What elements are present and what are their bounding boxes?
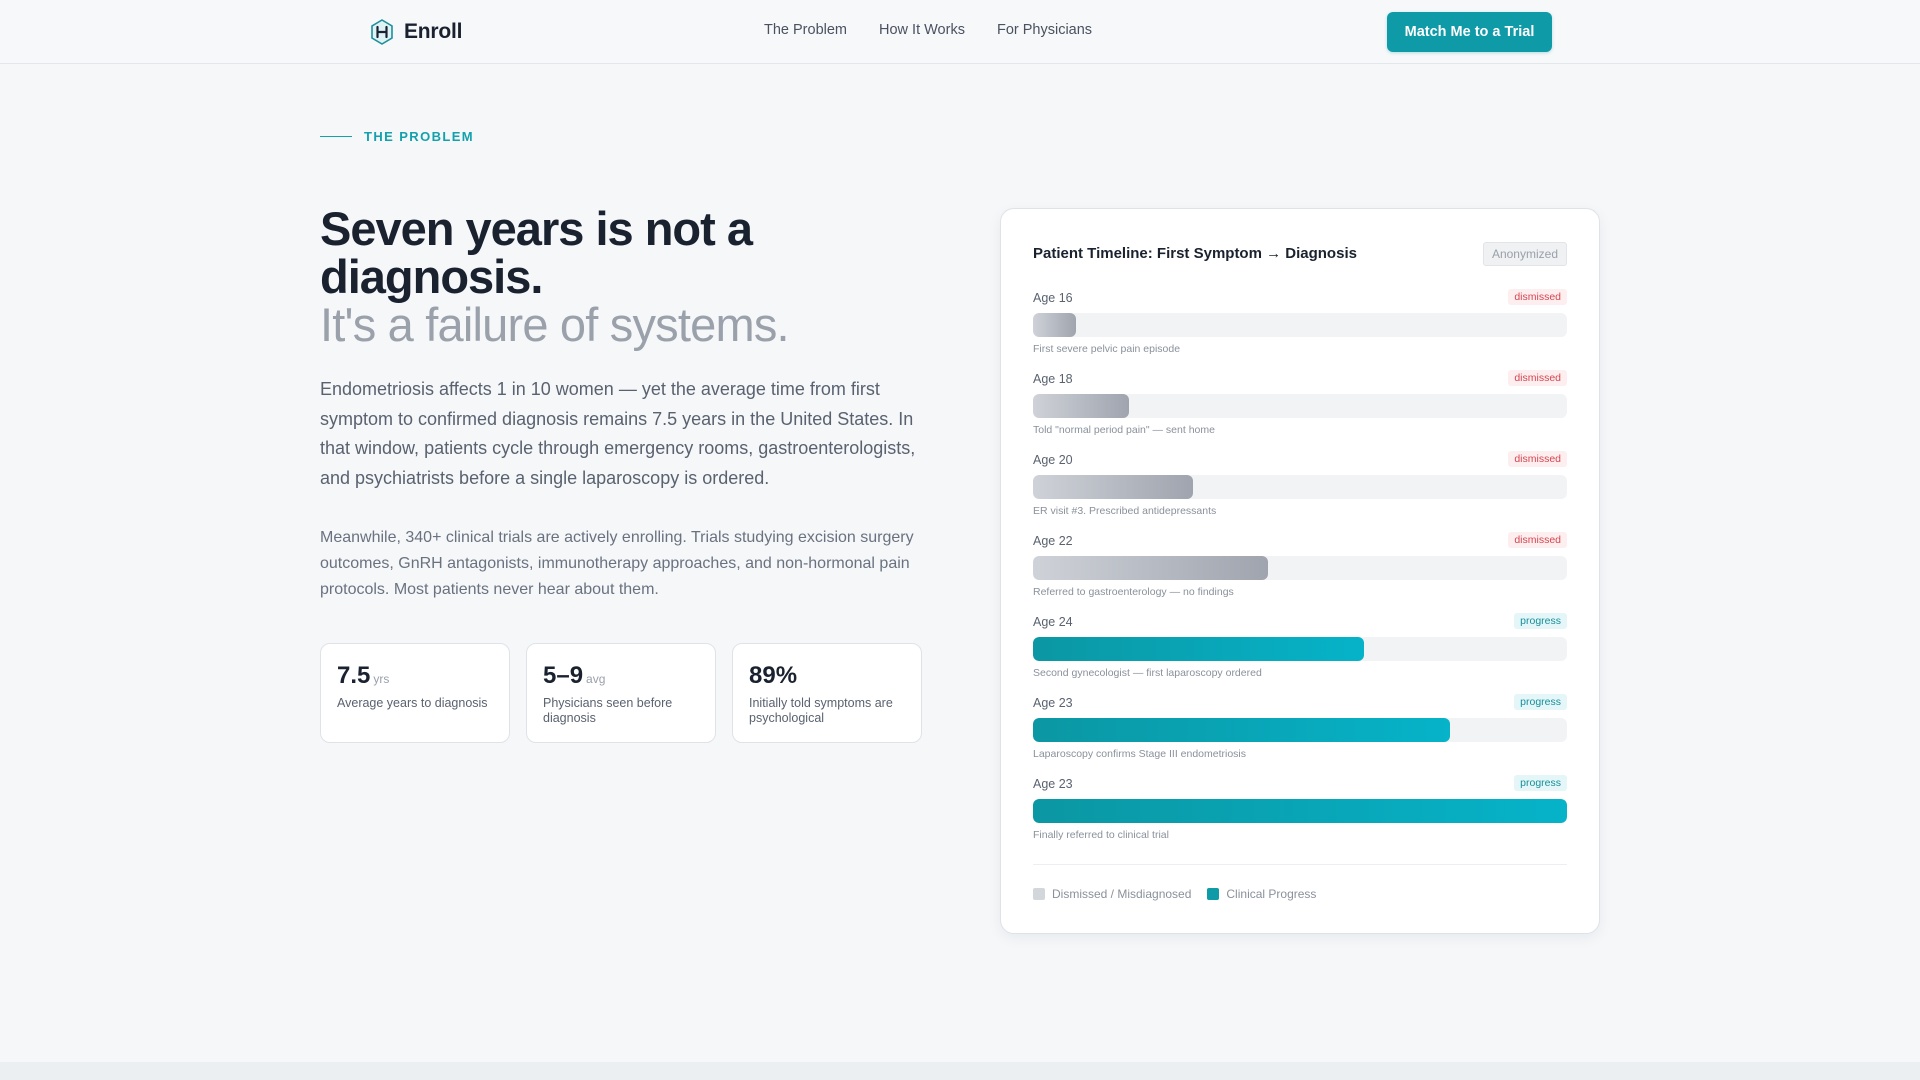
legend-swatch xyxy=(1207,888,1220,900)
status-badge: progress xyxy=(1514,775,1567,791)
timeline-age: Age 16 xyxy=(1033,291,1073,305)
stat-value: 89% xyxy=(749,662,798,689)
legend-label: Dismissed / Misdiagnosed xyxy=(1052,887,1192,901)
stat-label: Average years to diagnosis xyxy=(337,696,488,710)
timeline-row: Age 23 progress Finally referred to clinic… xyxy=(1033,775,1567,858)
timeline-age: Age 23 xyxy=(1033,777,1073,791)
timeline-card: Patient Timeline: First Symptom → Diagno… xyxy=(1000,208,1600,934)
timeline-legend: Dismissed / Misdiagnosed Clinical Progres… xyxy=(1033,887,1332,901)
timeline-note: Told "normal period pain" — sent home xyxy=(1033,424,1215,436)
nav-links: The Problem How It Works For Physicians xyxy=(764,22,1092,38)
timeline-row: Age 16 dismissed First severe pelvic pain … xyxy=(1033,289,1567,372)
timeline-bar-track xyxy=(1033,718,1567,742)
stat-card: 89% Initially told symptoms are psycholo… xyxy=(732,643,922,743)
timeline-bar-fill xyxy=(1033,799,1567,823)
timeline-note: Second gynecologist — first laparoscopy … xyxy=(1033,667,1262,679)
nav-link-for-physicians[interactable]: For Physicians xyxy=(997,22,1092,38)
legend-label: Clinical Progress xyxy=(1226,887,1317,901)
stat-card: 5–9 avg Physicians seen before diagnosis xyxy=(526,643,716,743)
timeline-age: Age 18 xyxy=(1033,372,1073,386)
status-badge: dismissed xyxy=(1508,289,1567,305)
lead-paragraph: Endometriosis affects 1 in 10 women — ye… xyxy=(320,379,916,488)
legend-item: Dismissed / Misdiagnosed xyxy=(1033,887,1191,901)
stat-label: Physicians seen before diagnosis xyxy=(543,696,673,725)
stat-unit: avg xyxy=(586,672,606,686)
timeline-row: Age 23 progress Laparoscopy confirms Stage… xyxy=(1033,694,1567,777)
timeline-bar-fill xyxy=(1033,556,1268,580)
timeline-bar-track xyxy=(1033,313,1567,337)
status-badge: dismissed xyxy=(1508,532,1567,548)
stat-unit: yrs xyxy=(373,672,390,686)
timeline-note: Laparoscopy confirms Stage III endometri… xyxy=(1033,748,1247,760)
status-badge: dismissed xyxy=(1508,451,1567,467)
nav-link-how-it-works[interactable]: How It Works xyxy=(879,22,965,38)
timeline-row: Age 24 progress Second gynecologist — firs… xyxy=(1033,613,1567,696)
timeline-note: ER visit #3. Prescribed antidepressants xyxy=(1033,505,1217,517)
brand[interactable]: Enroll xyxy=(370,19,463,45)
next-section-edge xyxy=(0,1062,1920,1080)
status-badge: progress xyxy=(1514,694,1567,710)
timeline-bar-fill xyxy=(1033,637,1365,661)
section-eyebrow: THE PROBLEM xyxy=(320,129,474,144)
status-badge: progress xyxy=(1514,613,1567,629)
timeline-note: Referred to gastroenterology — no findin… xyxy=(1033,586,1234,598)
match-trial-button[interactable]: Match Me to a Trial xyxy=(1387,12,1552,52)
timeline-bar-fill xyxy=(1033,718,1450,742)
timeline-note: First severe pelvic pain episode xyxy=(1033,343,1181,355)
legend-swatch xyxy=(1033,888,1045,900)
eyebrow-line xyxy=(320,135,352,138)
eyebrow-label: THE PROBLEM xyxy=(364,129,475,144)
nav-link-the-problem[interactable]: The Problem xyxy=(764,22,847,38)
page-title: Seven years is not a diagnosis. xyxy=(320,202,753,303)
timeline-bar-track xyxy=(1033,475,1567,499)
stats-row: 7.5 yrs Average years to diagnosis 5–9 avg… xyxy=(320,643,922,743)
stat-label: Initially told symptoms are psychologica… xyxy=(749,696,893,725)
timeline-age: Age 23 xyxy=(1033,696,1073,710)
timeline-row: Age 22 dismissed Referred to gastroenterol… xyxy=(1033,532,1567,615)
timeline-age: Age 20 xyxy=(1033,453,1073,467)
page-subtitle: It's a failure of systems. xyxy=(320,298,790,351)
stat-card: 7.5 yrs Average years to diagnosis xyxy=(320,643,510,743)
timeline-bar-fill xyxy=(1033,394,1130,418)
timeline-bar-fill xyxy=(1033,313,1076,337)
legend-divider xyxy=(1033,864,1567,865)
timeline-note: Finally referred to clinical trial xyxy=(1033,829,1169,841)
top-nav: Enroll The Problem How It Works For Phys… xyxy=(0,0,1920,64)
status-badge: dismissed xyxy=(1508,370,1567,386)
timeline-bar-track xyxy=(1033,637,1567,661)
brand-name: Enroll xyxy=(404,20,463,43)
hero-headline: Seven years is not a diagnosis. It's a f… xyxy=(320,205,880,349)
body-paragraph: Meanwhile, 340+ clinical trials are acti… xyxy=(320,529,914,598)
timeline-bar-track xyxy=(1033,799,1567,823)
stat-value: 5–9 xyxy=(543,662,584,689)
timeline-bar-track xyxy=(1033,556,1567,580)
anonymized-badge: Anonymized xyxy=(1482,242,1567,266)
timeline-title: Patient Timeline: First Symptom → Diagno… xyxy=(1033,245,1357,262)
timeline-row: Age 18 dismissed Told "normal period pain"… xyxy=(1033,370,1567,453)
timeline-bar-fill xyxy=(1033,475,1194,499)
timeline-bar-track xyxy=(1033,394,1567,418)
timeline-age: Age 24 xyxy=(1033,615,1073,629)
logo-icon xyxy=(371,19,393,45)
legend-item: Clinical Progress xyxy=(1207,887,1316,901)
timeline-age: Age 22 xyxy=(1033,534,1073,548)
stat-value: 7.5 xyxy=(337,662,371,689)
timeline-row: Age 20 dismissed ER visit #3. Prescribed a… xyxy=(1033,451,1567,534)
timeline-rows: Age 16 dismissed First severe pelvic pain … xyxy=(1033,289,1567,858)
